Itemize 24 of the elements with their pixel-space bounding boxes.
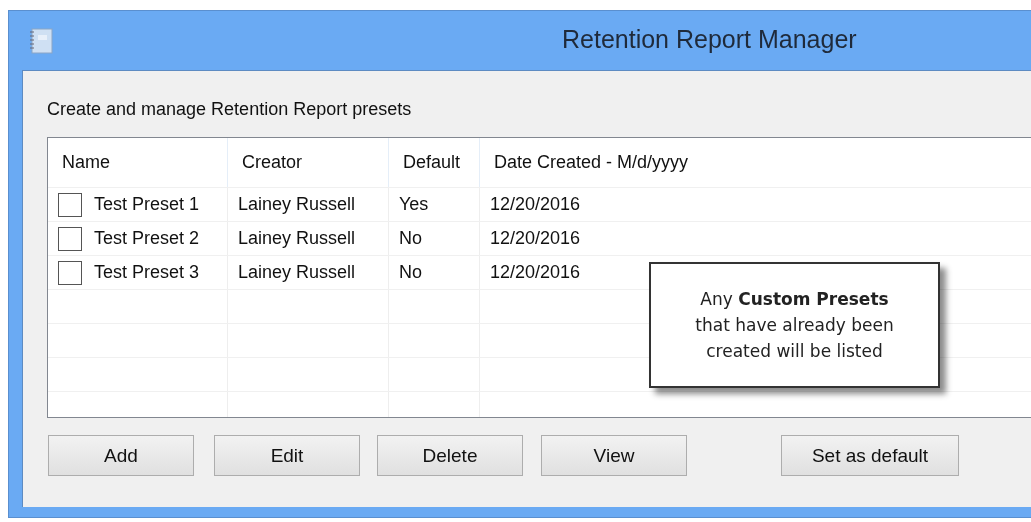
checkbox[interactable] (58, 226, 82, 251)
notebook-icon (29, 27, 53, 54)
table-cell: Test Preset 3 (94, 262, 200, 283)
action-button[interactable]: Edit (214, 435, 360, 476)
callout-note: Any Custom Presets that have already been created will be listed (649, 262, 940, 388)
table-cell: Test Preset 1 (94, 194, 200, 215)
table-cell: Lainey Russell (238, 262, 356, 283)
action-button[interactable]: Set as default (781, 435, 959, 476)
action-button[interactable]: Delete (377, 435, 523, 476)
action-button[interactable]: Add (48, 435, 194, 476)
action-button[interactable]: View (541, 435, 687, 476)
table-cell: Lainey Russell (238, 228, 356, 249)
table-cell: No (399, 228, 422, 249)
checkbox[interactable] (58, 260, 82, 285)
table-cell: 12/20/2016 (490, 262, 581, 283)
table-cell: 12/20/2016 (490, 194, 581, 215)
table-cell: Yes (399, 194, 429, 215)
table-cell: Test Preset 2 (94, 228, 200, 249)
table-cell: 12/20/2016 (490, 228, 581, 249)
checkbox[interactable] (58, 192, 82, 217)
table-cell: No (399, 262, 422, 283)
description-text: Create and manage Retention Report presets (47, 99, 413, 121)
table-cell: Lainey Russell (238, 194, 356, 215)
window-title: Retention Report Manager (562, 25, 857, 54)
